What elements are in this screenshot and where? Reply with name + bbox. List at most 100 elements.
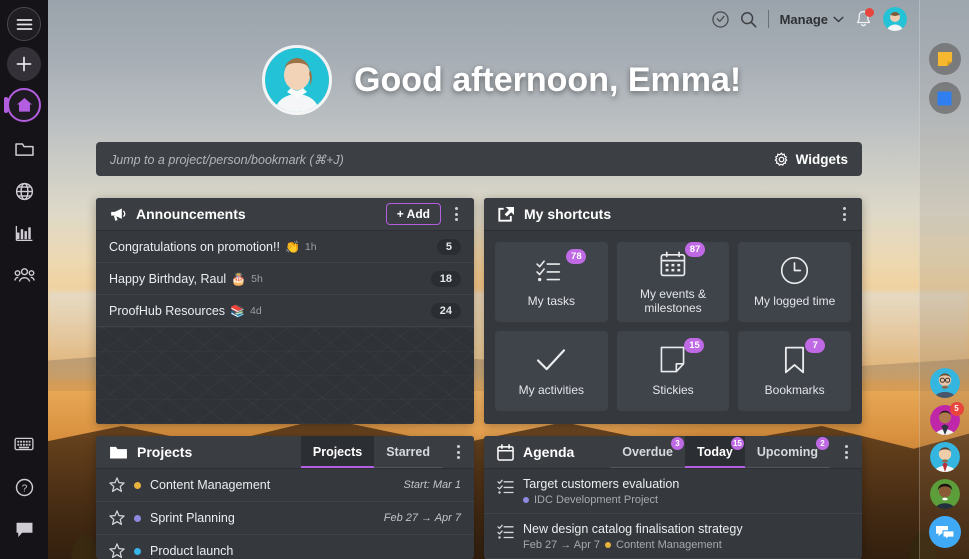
shortcut-bookmarks[interactable]: 7 Bookmarks (738, 331, 851, 411)
search-icon[interactable] (740, 11, 757, 28)
sidebar-item-globe[interactable] (7, 174, 41, 208)
avatar-1[interactable] (929, 368, 960, 398)
project-color-dot (134, 481, 141, 489)
top-bar: Manage (48, 0, 919, 38)
shortcut-label: My tasks (527, 293, 575, 308)
star-icon[interactable] (109, 543, 125, 559)
announcements-empty-area (96, 327, 474, 424)
project-name: Content Management (150, 478, 271, 492)
timer-icon[interactable] (711, 10, 729, 28)
add-announcement-button[interactable]: + Add (385, 203, 441, 225)
keyboard-shortcuts-icon[interactable] (7, 427, 41, 461)
help-icon[interactable]: ? (7, 470, 41, 504)
tab-upcoming[interactable]: Upcoming 2 (744, 436, 831, 468)
greeting-block: Good afternoon, Emma! (262, 45, 741, 115)
announcements-header: Announcements + Add (96, 198, 474, 231)
project-row[interactable]: Content Management Start: Mar 1 (96, 469, 474, 502)
right-sidebar: 5 (919, 0, 969, 559)
clock-icon (780, 256, 809, 286)
announcement-row[interactable]: ProofHub Resources 📚 4d 24 (96, 295, 474, 327)
search-input[interactable]: Jump to a project/person/bookmark (⌘+J) (110, 152, 774, 167)
shortcuts-menu-icon[interactable] (835, 203, 853, 225)
projects-panel: Projects Projects Starred Content Manage… (96, 436, 474, 559)
tab-count: 2 (816, 437, 829, 450)
manage-label: Manage (779, 11, 828, 27)
announcement-time: 1h (304, 240, 317, 253)
shortcut-badge: 15 (684, 337, 705, 353)
chat-button[interactable] (928, 516, 961, 548)
tab-overdue[interactable]: Overdue 3 (610, 436, 685, 468)
share-box-icon (497, 206, 515, 222)
notification-dot (865, 8, 874, 17)
shortcuts-title: My shortcuts (524, 206, 612, 222)
feedback-icon[interactable] (7, 513, 41, 547)
check-icon (536, 345, 566, 375)
tab-label: Overdue (622, 445, 673, 459)
shortcut-my-events-milestones[interactable]: 87 My events & milestones (616, 241, 730, 322)
tab-count: 15 (730, 437, 744, 450)
agenda-project-dot (523, 497, 529, 503)
stickies-button[interactable] (928, 43, 961, 75)
project-row[interactable]: Sprint Planning Feb 27 → Apr 7 (96, 502, 474, 535)
star-icon[interactable] (109, 477, 125, 493)
notifications-button[interactable] (855, 8, 874, 28)
announcement-count: 18 (430, 270, 461, 287)
announcement-row[interactable]: Congratulations on promotion!! 👏 1h 5 (96, 231, 474, 263)
bookmarks-button[interactable] (928, 82, 961, 114)
announcement-row[interactable]: Happy Birthday, Raul 🎂 5h 18 (96, 263, 474, 295)
agenda-tabs: Overdue 3 Today 15 Upcoming 2 (610, 436, 831, 468)
avatar-3[interactable] (929, 442, 960, 472)
widgets-button[interactable]: Widgets (774, 152, 848, 167)
sidebar-item-home[interactable] (7, 88, 41, 122)
star-icon[interactable] (109, 510, 125, 526)
user-avatar[interactable] (883, 7, 907, 31)
announcements-menu-icon[interactable] (447, 203, 465, 225)
tab-starred[interactable]: Starred (374, 436, 442, 468)
announcement-time: 4d (249, 304, 262, 317)
announcement-emoji: 🎂 (231, 271, 247, 286)
avatar-2[interactable]: 5 (929, 402, 964, 435)
task-list-icon (497, 524, 514, 551)
shortcut-label: My logged time (753, 293, 836, 308)
megaphone-icon (109, 207, 127, 222)
agenda-menu-icon[interactable] (837, 441, 855, 463)
avatar-4[interactable] (929, 479, 960, 509)
calendar-icon: 87 (660, 241, 705, 279)
shortcut-label: Bookmarks (764, 382, 825, 397)
tab-count: 3 (671, 437, 684, 450)
sidebar-item-projects[interactable] (7, 132, 41, 166)
shortcut-badge: 78 (566, 248, 587, 264)
tab-projects[interactable]: Projects (300, 436, 375, 468)
announcement-count: 24 (430, 302, 461, 319)
shortcuts-grid: 78 My tasks 87 My events & milestones My… (484, 231, 862, 422)
tab-today[interactable]: Today 15 (685, 436, 745, 468)
projects-menu-icon[interactable] (449, 441, 467, 463)
jump-bar[interactable]: Jump to a project/person/bookmark (⌘+J) … (96, 142, 862, 176)
agenda-row[interactable]: Target customers evaluation IDC Developm… (484, 469, 862, 514)
shortcut-my-activities[interactable]: My activities (495, 331, 608, 411)
agenda-row[interactable]: New design catalog finalisation strategy… (484, 514, 862, 559)
checklist-icon: 78 (535, 248, 587, 286)
agenda-subtitle: IDC Development Project (523, 494, 679, 506)
announcements-panel: Announcements + Add Congratulations on p… (96, 198, 474, 424)
agenda-project-name: IDC Development Project (534, 494, 659, 506)
shortcut-badge: 7 (805, 337, 826, 353)
shortcut-my-tasks[interactable]: 78 My tasks (495, 242, 608, 322)
announcement-title: Happy Birthday, Raul (109, 271, 227, 286)
avatar (262, 45, 332, 115)
projects-tabs: Projects Starred (300, 436, 442, 468)
menu-icon[interactable] (7, 7, 41, 41)
tab-label: Projects (312, 445, 363, 459)
sidebar-item-reports[interactable] (7, 216, 41, 250)
manage-menu[interactable]: Manage (780, 12, 844, 27)
shortcut-stickies[interactable]: 15 Stickies (616, 331, 730, 411)
shortcut-label: Stickies (652, 382, 694, 397)
announcement-title: Congratulations on promotion!! (109, 239, 280, 254)
project-date: Start: Mar 1 (403, 479, 461, 491)
shortcut-my-logged-time[interactable]: My logged time (738, 242, 851, 322)
add-icon[interactable] (7, 47, 41, 81)
project-row[interactable]: Product launch (96, 535, 474, 559)
sidebar-item-people[interactable] (7, 258, 41, 292)
chat-bubbles-icon (928, 516, 961, 548)
agenda-dates: Feb 27 → Apr 7 (523, 539, 601, 551)
